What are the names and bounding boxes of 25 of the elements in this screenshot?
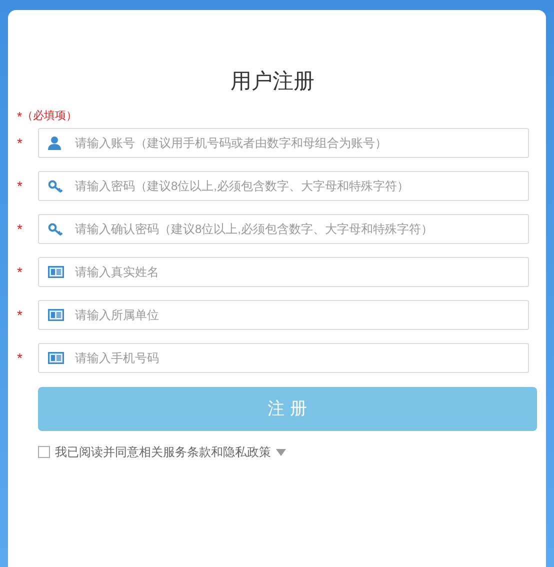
input-field[interactable]: 请输入账号（建议用手机号码或者由数字和母组合为账号） — [38, 128, 529, 158]
required-asterisk: * — [17, 110, 22, 122]
required-asterisk: * — [16, 222, 24, 236]
page-title: 用户注册 — [230, 69, 316, 95]
key-icon — [48, 222, 63, 236]
id-card-icon — [48, 266, 64, 278]
required-asterisk: * — [16, 308, 24, 322]
required-note: （必填项） — [22, 110, 78, 122]
agreement-checkbox[interactable] — [38, 446, 50, 458]
required-asterisk: * — [16, 136, 24, 150]
id-card-icon — [48, 352, 64, 364]
agreement-text: 我已阅读并同意相关服务条款和隐私政策 — [55, 444, 271, 461]
required-asterisk: * — [16, 265, 24, 279]
user-icon — [48, 136, 61, 150]
input-field[interactable]: 请输入所属单位 — [38, 300, 529, 330]
id-card-icon — [48, 309, 64, 321]
dropdown-caret-icon[interactable] — [276, 448, 286, 456]
input-field[interactable]: 请输入手机号码 — [38, 343, 529, 373]
required-asterisk: * — [16, 351, 24, 365]
register-button[interactable]: 注 册 — [38, 387, 537, 431]
key-icon — [48, 180, 63, 192]
input-field[interactable]: 请输入确认密码（建议8位以上,必须包含数字、大字母和特殊字符） — [38, 214, 529, 244]
input-field[interactable]: 请输入真实姓名 — [38, 257, 529, 287]
required-asterisk: * — [16, 179, 24, 193]
input-field[interactable]: 请输入密码（建议8位以上,必须包含数字、大字母和特殊字符） — [38, 171, 529, 201]
